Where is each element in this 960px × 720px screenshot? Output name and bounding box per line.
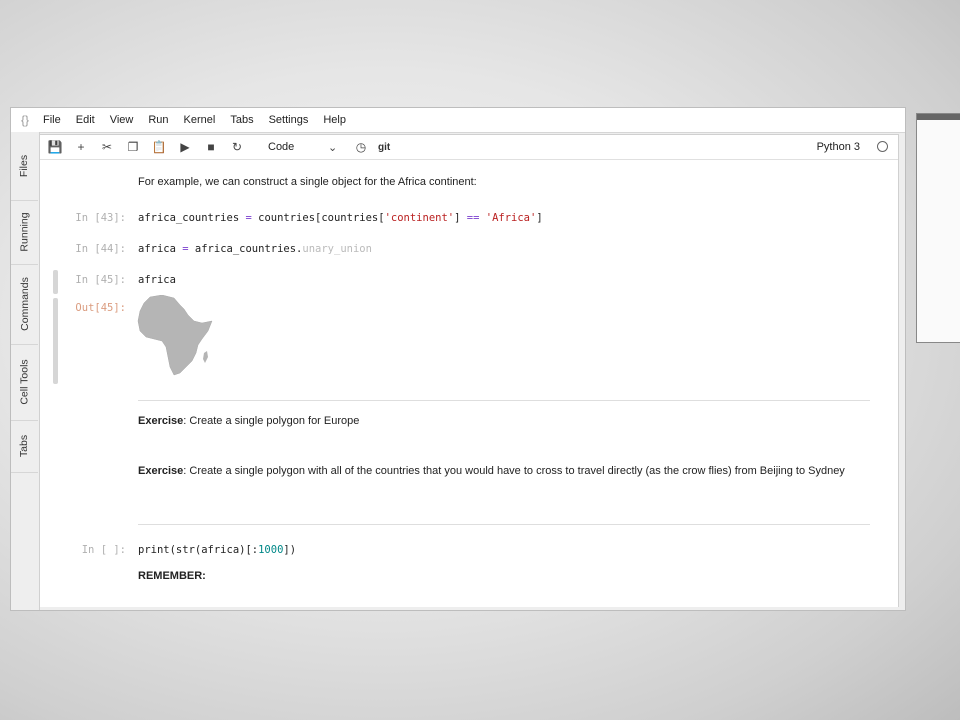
code-text: africa — [138, 243, 183, 255]
sidebar-tab-files[interactable]: Files — [11, 132, 38, 201]
code-text: africa_countries. — [188, 243, 303, 255]
left-sidebar: Files Running Commands Cell Tools Tabs — [11, 132, 40, 610]
menu-run[interactable]: Run — [148, 114, 168, 126]
code-operator: == — [466, 212, 480, 224]
code-text: ] — [454, 212, 467, 224]
add-cell-icon[interactable]: + — [68, 140, 94, 154]
cell-prompt: In [43]: — [75, 212, 126, 224]
code-text: print(str(africa)[: — [138, 544, 259, 556]
clock-icon[interactable]: ◷ — [348, 140, 374, 154]
exercise-text: : Create a single polygon with all of th… — [183, 465, 845, 477]
code-string: 'Africa' — [485, 212, 537, 224]
jupyter-logo-icon: {} — [20, 113, 29, 127]
cell-type-select[interactable]: Code — [268, 141, 328, 153]
africa-polygon — [137, 295, 213, 376]
sidebar-tab-running[interactable]: Running — [11, 200, 38, 265]
cell-prompt: In [44]: — [75, 243, 126, 255]
git-button[interactable]: git — [378, 142, 390, 153]
menu-edit[interactable]: Edit — [76, 114, 95, 126]
code-cell-45[interactable]: africa — [138, 274, 176, 286]
exercise-label: Exercise — [138, 465, 184, 477]
sidebar-tab-cell-tools[interactable]: Cell Tools — [11, 344, 38, 421]
menu-settings[interactable]: Settings — [269, 114, 309, 126]
cell-prompt: In [45]: — [75, 274, 126, 286]
code-attribute: unary_union — [302, 243, 372, 255]
partial-window — [916, 113, 960, 343]
copy-icon[interactable]: ❐ — [120, 140, 146, 154]
markdown-cell-exercise-1[interactable]: Exercise: Create a single polygon for Eu… — [138, 415, 359, 427]
cut-icon[interactable]: ✂ — [94, 140, 120, 154]
markdown-cell-exercise-2[interactable]: Exercise: Create a single polygon with a… — [138, 465, 845, 477]
partial-window-titlebar — [917, 114, 960, 120]
kernel-name[interactable]: Python 3 — [817, 141, 860, 153]
cell-divider — [138, 524, 870, 525]
code-text: africa_countries — [138, 212, 246, 224]
markdown-cell-remember[interactable]: REMEMBER: — [138, 570, 206, 582]
exercise-label: Exercise — [138, 415, 184, 427]
run-icon[interactable]: ▶ — [172, 140, 198, 154]
menu-tabs[interactable]: Tabs — [230, 114, 253, 126]
cell-prompt: In [ ]: — [81, 544, 126, 556]
stop-icon[interactable]: ■ — [198, 140, 224, 154]
code-cell-44[interactable]: africa = africa_countries.unary_union — [138, 243, 372, 255]
menu-file[interactable]: File — [43, 114, 61, 126]
menu-view[interactable]: View — [110, 114, 134, 126]
exercise-text: : Create a single polygon for Europe — [183, 415, 360, 427]
save-icon[interactable]: 💾 — [42, 140, 68, 154]
notebook-content: For example, we can construct a single o… — [40, 160, 898, 607]
sidebar-tab-label: Files — [18, 154, 31, 178]
code-string: 'continent' — [384, 212, 455, 224]
notebook-panel: 💾 + ✂ ❐ 📋 ▶ ■ ↻ Code ⌄ ◷ git Python 3 Fo… — [39, 134, 899, 607]
chevron-down-icon[interactable]: ⌄ — [328, 141, 348, 154]
sidebar-tab-label: Running — [18, 212, 31, 252]
kernel-status-icon — [877, 141, 888, 152]
sidebar-tab-label: Tabs — [18, 434, 31, 458]
menu-kernel[interactable]: Kernel — [184, 114, 216, 126]
code-number: 1000 — [258, 544, 284, 556]
menu-bar: {} File Edit View Run Kernel Tabs Settin… — [11, 108, 905, 133]
jupyterlab-window: {} File Edit View Run Kernel Tabs Settin… — [10, 107, 906, 611]
code-cell-43[interactable]: africa_countries = countries[countries['… — [138, 212, 543, 224]
paste-icon[interactable]: 📋 — [146, 140, 172, 154]
sidebar-tab-commands[interactable]: Commands — [11, 264, 38, 345]
africa-shape-output — [137, 295, 213, 376]
sidebar-tab-tabs[interactable]: Tabs — [11, 420, 38, 473]
madagascar-polygon — [203, 351, 208, 363]
sidebar-tab-label: Cell Tools — [18, 359, 31, 405]
notebook-toolbar: 💾 + ✂ ❐ 📋 ▶ ■ ↻ Code ⌄ ◷ git Python 3 — [40, 135, 898, 160]
code-text: ]) — [283, 544, 297, 556]
code-text: ] — [536, 212, 543, 224]
cell-divider — [138, 400, 870, 401]
menu-help[interactable]: Help — [323, 114, 346, 126]
output-prompt: Out[45]: — [75, 302, 126, 314]
sidebar-tab-label: Commands — [18, 277, 31, 331]
code-text: countries[countries[ — [251, 212, 385, 224]
code-cell-empty[interactable]: print(str(africa)[:1000]) — [138, 544, 296, 556]
markdown-cell[interactable]: For example, we can construct a single o… — [138, 176, 477, 188]
restart-icon[interactable]: ↻ — [224, 140, 250, 154]
